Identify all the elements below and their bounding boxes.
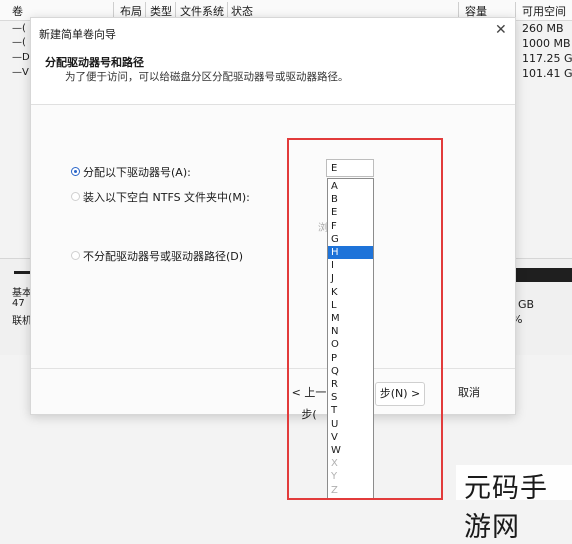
assign-letter-radio[interactable] (71, 167, 80, 176)
volume-row[interactable]: —V (12, 67, 29, 78)
disk-label: 基本 (12, 288, 32, 299)
capacity-cell: 1000 MB (522, 37, 571, 50)
disk-status: 联机 (12, 316, 32, 327)
new-simple-volume-wizard: 新建简单卷向导 ✕ 分配驱动器号和路径 为了便于访问，可以给磁盘分区分配驱动器号… (30, 17, 516, 421)
watermark-logo: 元码手游网 (464, 473, 548, 543)
capacity-cell: 260 MB (522, 22, 564, 35)
assign-letter-label: 分配以下驱动器号(A): (83, 166, 191, 179)
page-subheading: 为了便于访问，可以给磁盘分区分配驱动器号或驱动器路径。 (65, 71, 349, 83)
column-header[interactable]: 可用空间 (522, 3, 566, 19)
capacity-cell: 117.25 GB (522, 52, 572, 65)
no-letter-label: 不分配驱动器号或驱动器路径(D) (83, 250, 244, 263)
no-letter-radio[interactable] (71, 251, 80, 260)
volume-row[interactable]: —( (12, 37, 26, 48)
volume-row[interactable]: —( (12, 23, 26, 34)
column-header[interactable]: 卷 (12, 3, 23, 19)
page-heading: 分配驱动器号和路径 (45, 56, 144, 69)
capacity-cell: 101.41 GB (522, 67, 572, 80)
wizard-title: 新建简单卷向导 (39, 28, 116, 41)
cancel-button[interactable]: 取消 (449, 382, 489, 404)
disk-bar-right (515, 268, 572, 282)
mount-folder-label: 装入以下空白 NTFS 文件夹中(M): (83, 191, 250, 204)
mount-folder-radio[interactable] (71, 192, 80, 201)
partition-size: GB (518, 298, 535, 311)
close-icon[interactable]: ✕ (495, 22, 507, 38)
volume-row[interactable]: —D (12, 52, 30, 63)
disk-size: 47 (12, 298, 25, 309)
annotation-highlight-box (287, 138, 443, 500)
